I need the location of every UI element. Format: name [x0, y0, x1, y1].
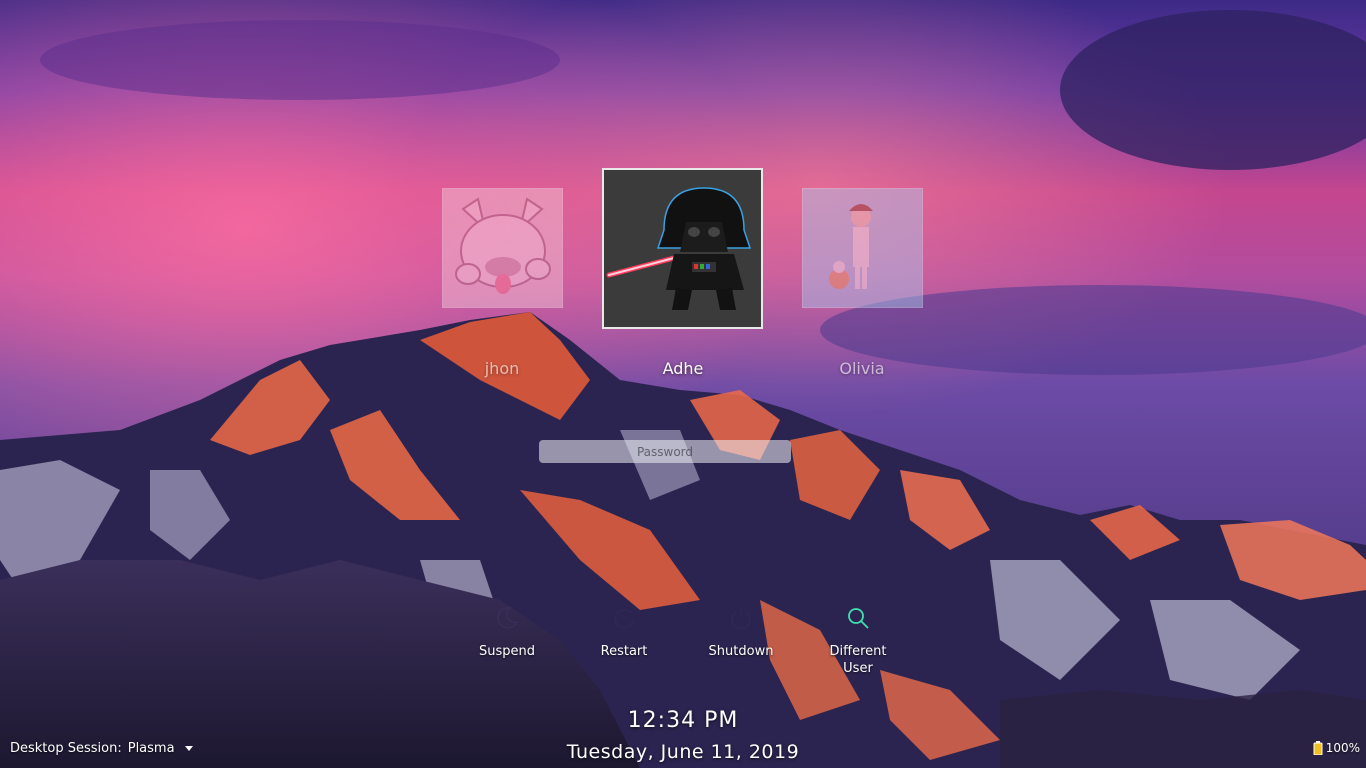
moon-icon — [497, 606, 519, 629]
battery-level: 100% — [1325, 741, 1360, 755]
search-icon — [848, 608, 869, 629]
battery-icon — [1313, 741, 1323, 755]
session-label: Desktop Session: — [10, 741, 122, 756]
clock-time: 12:34 PM — [627, 708, 739, 733]
girl-icon — [803, 189, 922, 307]
user-name-adhe[interactable]: Adhe — [583, 359, 783, 378]
suspend-button[interactable]: Suspend — [462, 605, 552, 660]
different-user-label: Different User — [829, 644, 887, 676]
user-avatar-olivia[interactable] — [802, 188, 923, 308]
darth-vader-icon — [604, 170, 761, 327]
restart-icon — [614, 608, 634, 629]
battery-indicator: 100% — [1313, 741, 1360, 755]
restart-label: Restart — [600, 644, 648, 659]
different-user-button[interactable]: Different User — [813, 605, 903, 677]
lock-screen: jhon Adhe Olivia Suspend Restart Shutdow… — [0, 0, 1366, 768]
user-avatar-jhon[interactable] — [442, 188, 563, 308]
bulldog-icon — [443, 189, 562, 307]
user-name-jhon[interactable]: jhon — [402, 359, 602, 378]
shutdown-label: Shutdown — [708, 644, 774, 659]
power-icon — [731, 608, 751, 630]
chevron-down-icon — [184, 746, 193, 751]
session-selector[interactable]: Desktop Session: Plasma — [10, 741, 193, 756]
suspend-label: Suspend — [478, 644, 535, 659]
user-name-olivia[interactable]: Olivia — [762, 359, 962, 378]
session-value: Plasma — [127, 741, 175, 756]
user-avatar-adhe[interactable] — [602, 168, 763, 329]
wallpaper-mountains — [0, 0, 1366, 768]
password-input[interactable] — [539, 440, 791, 463]
shutdown-button[interactable]: Shutdown — [696, 605, 786, 660]
restart-button[interactable]: Restart — [579, 605, 669, 660]
clock-date: Tuesday, June 11, 2019 — [566, 741, 800, 763]
